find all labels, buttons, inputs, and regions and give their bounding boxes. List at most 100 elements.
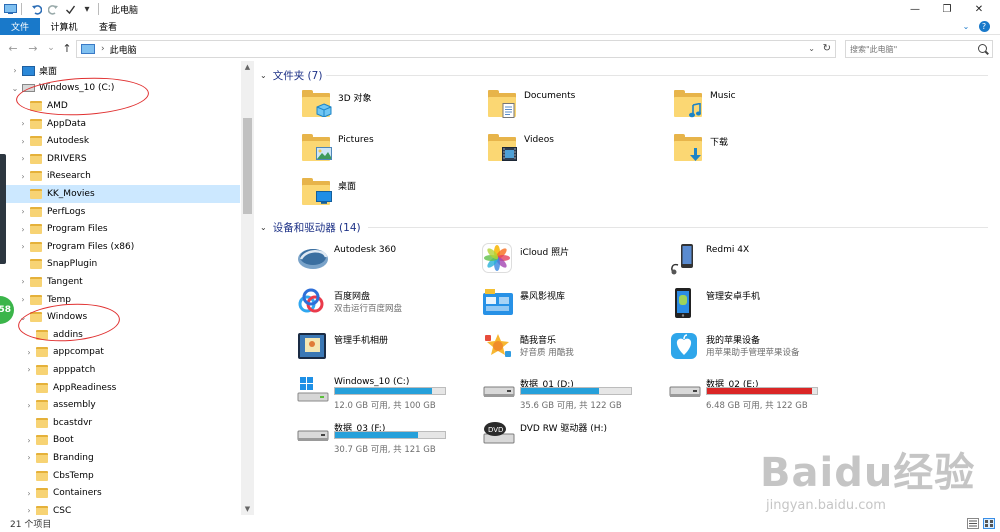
folder-name: Videos (524, 135, 554, 145)
tree-item[interactable]: › apppatch (0, 361, 240, 379)
tree-item[interactable]: AppReadiness (0, 379, 240, 397)
device-item[interactable]: 酷我音乐 好音质 用酷我 (482, 329, 662, 369)
expanded-chevron-icon[interactable]: ⌄ (10, 84, 20, 93)
recent-locations-icon[interactable]: ⌄ (44, 41, 58, 55)
search-icon[interactable] (978, 44, 987, 53)
expand-chevron-icon[interactable]: › (24, 436, 34, 445)
refresh-icon[interactable]: ↻ (823, 43, 831, 54)
forward-arrow-icon[interactable]: → (26, 41, 40, 55)
folder-item[interactable]: 下载 (672, 131, 852, 171)
expand-chevron-icon[interactable]: › (18, 225, 28, 234)
tree-item[interactable]: › DRIVERS (0, 150, 240, 168)
nav-scrollbar[interactable]: ▲ ▼ (241, 61, 254, 515)
expand-chevron-icon[interactable]: › (18, 119, 28, 128)
expand-chevron-icon[interactable]: › (24, 401, 34, 410)
collapse-chevron-icon[interactable]: ⌄ (260, 71, 267, 80)
breadcrumb-chevron-icon[interactable]: › (101, 44, 105, 54)
back-arrow-icon[interactable]: ← (6, 41, 20, 55)
scroll-down-icon[interactable]: ▼ (241, 505, 254, 513)
maximize-button[interactable]: ❐ (932, 0, 962, 18)
tree-item[interactable]: › iResearch (0, 168, 240, 186)
tree-item[interactable]: › appcompat (0, 344, 240, 362)
search-box[interactable] (845, 40, 993, 58)
ribbon-expand-chevron-icon[interactable]: ⌄ (958, 18, 974, 35)
undo-icon[interactable] (29, 2, 43, 16)
tree-item[interactable]: SnapPlugin (0, 256, 240, 274)
redo-icon[interactable] (46, 2, 60, 16)
tab-file[interactable]: 文件 (0, 18, 40, 35)
tree-item[interactable]: › Tangent (0, 273, 240, 291)
expand-chevron-icon[interactable]: › (18, 242, 28, 251)
expand-chevron-icon[interactable]: › (18, 154, 28, 163)
expand-chevron-icon[interactable]: › (24, 489, 34, 498)
drive-item[interactable]: Windows_10 (C:) 12.0 GB 可用, 共 100 GB (296, 373, 476, 413)
close-button[interactable]: ✕ (964, 0, 994, 18)
expand-chevron-icon[interactable]: › (18, 277, 28, 286)
tab-computer[interactable]: 计算机 (44, 18, 84, 35)
up-arrow-icon[interactable]: ↑ (60, 41, 74, 55)
folder-icon (36, 417, 48, 428)
device-item[interactable]: 暴风影视库 (482, 285, 662, 325)
tree-item[interactable]: › Temp (0, 291, 240, 309)
device-item[interactable]: Autodesk 360 (296, 241, 476, 281)
expand-chevron-icon[interactable]: › (24, 506, 34, 515)
divider (21, 3, 22, 15)
minimize-button[interactable]: — (900, 0, 930, 18)
folders-group-header[interactable]: ⌄ 文件夹 (7) (260, 68, 990, 83)
properties-check-icon[interactable] (63, 2, 77, 16)
tree-item[interactable]: › CSC (0, 502, 240, 515)
drive-item[interactable]: 数据_03 (F:) 30.7 GB 可用, 共 121 GB (296, 417, 476, 457)
expand-chevron-icon[interactable]: › (24, 348, 34, 357)
tree-item[interactable]: › Autodesk (0, 132, 240, 150)
device-item[interactable]: 管理安卓手机 (668, 285, 848, 325)
expand-chevron-icon[interactable]: › (24, 365, 34, 374)
device-item[interactable]: 我的苹果设备 用苹果助手管理苹果设备 (668, 329, 848, 369)
tree-item[interactable]: bcastdvr (0, 414, 240, 432)
folder-item[interactable]: Music (672, 87, 852, 127)
device-item[interactable]: 管理手机相册 (296, 329, 476, 369)
folder-icon (30, 118, 42, 129)
help-icon[interactable]: ? (976, 18, 992, 35)
collapse-chevron-icon[interactable]: ⌄ (260, 223, 267, 232)
tree-item[interactable]: › Containers (0, 484, 240, 502)
tree-item[interactable]: › Program Files (0, 220, 240, 238)
tree-item[interactable]: CbsTemp (0, 467, 240, 485)
expand-chevron-icon[interactable]: › (18, 172, 28, 181)
search-input[interactable] (850, 44, 974, 54)
drive-item[interactable]: DVD DVD RW 驱动器 (H:) (482, 417, 662, 457)
tree-item[interactable]: › assembly (0, 396, 240, 414)
folder-item[interactable]: 桌面 (300, 175, 480, 215)
tree-item[interactable]: › PerfLogs (0, 203, 240, 221)
tree-item[interactable]: › Boot (0, 432, 240, 450)
device-item[interactable]: iCloud 照片 (482, 241, 662, 281)
device-item[interactable]: Redmi 4X (668, 241, 848, 281)
folder-item[interactable]: 3D 对象 (300, 87, 480, 127)
tree-item[interactable]: › Branding (0, 449, 240, 467)
expand-chevron-icon[interactable]: › (18, 295, 28, 304)
expand-chevron-icon[interactable]: › (10, 66, 20, 75)
expand-chevron-icon[interactable]: › (18, 137, 28, 146)
explorer-app-icon[interactable] (3, 2, 17, 16)
scrollbar-thumb[interactable] (243, 118, 252, 214)
device-item[interactable]: 百度网盘 双击运行百度网盘 (296, 285, 476, 325)
tree-item[interactable]: KK_Movies (0, 185, 240, 203)
tree-item-label: assembly (53, 400, 96, 411)
tree-item[interactable]: › Program Files (x86) (0, 238, 240, 256)
address-dropdown-icon[interactable]: ⌄ (808, 44, 815, 53)
expand-chevron-icon[interactable]: › (24, 453, 34, 462)
quick-access-dropdown[interactable]: ▾ (80, 2, 94, 16)
breadcrumb[interactable]: 此电脑 (110, 43, 137, 56)
tree-item[interactable]: › AppData (0, 115, 240, 133)
drive-item[interactable]: 数据_02 (E:) 6.48 GB 可用, 共 122 GB (668, 373, 848, 413)
devices-group-header[interactable]: ⌄ 设备和驱动器 (14) (260, 220, 990, 235)
folder-item[interactable]: Videos (486, 131, 666, 171)
drive-item[interactable]: 数据_01 (D:) 35.6 GB 可用, 共 122 GB (482, 373, 662, 413)
tree-item[interactable]: › 桌面 (0, 62, 240, 80)
expand-chevron-icon[interactable]: › (18, 207, 28, 216)
folder-icon (30, 224, 42, 235)
folder-item[interactable]: Pictures (300, 131, 480, 171)
address-bar[interactable]: › 此电脑 ⌄ ↻ (76, 40, 836, 58)
folder-item[interactable]: Documents (486, 87, 666, 127)
scroll-up-icon[interactable]: ▲ (241, 63, 254, 71)
tab-view[interactable]: 查看 (88, 18, 128, 35)
